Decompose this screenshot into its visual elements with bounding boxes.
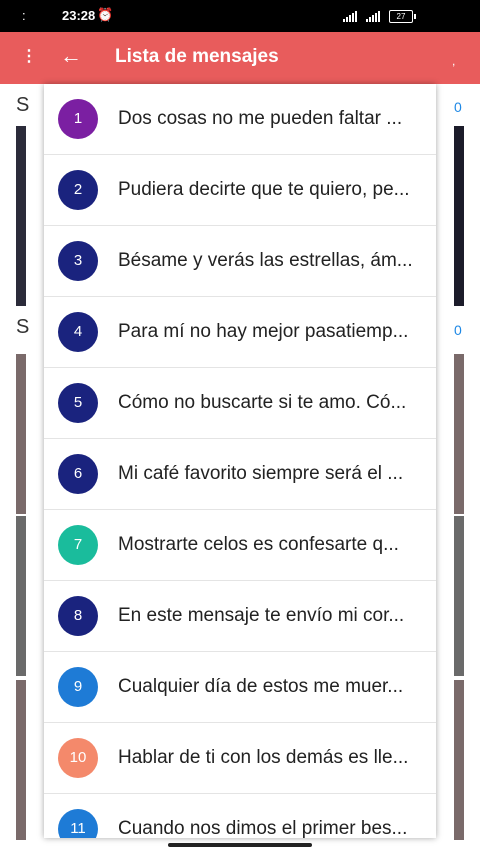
background-image — [454, 354, 464, 514]
message-text: Pudiera decirte que te quiero, pe... — [118, 179, 410, 200]
number-badge: 9 — [58, 667, 98, 707]
list-item[interactable]: 10 Hablar de ti con los demás es lle... — [44, 723, 436, 794]
background-image — [454, 126, 464, 306]
background-image — [16, 354, 26, 514]
message-text: En este mensaje te envío mi cor... — [118, 605, 405, 626]
page-title: Lista de mensajes — [115, 46, 279, 67]
app-bar: ⋮ ← Lista de mensajes , — [0, 32, 480, 84]
back-arrow-icon[interactable]: ← — [60, 43, 82, 69]
list-item[interactable]: 9 Cualquier día de estos me muer... — [44, 652, 436, 723]
background-letter: S — [16, 316, 30, 338]
list-item[interactable]: 4 Para mí no hay mejor pasatiemp... — [44, 297, 436, 368]
background-image — [16, 680, 26, 840]
number-badge: 2 — [58, 170, 98, 210]
list-item[interactable]: 6 Mi café favorito siempre será el ... — [44, 439, 436, 510]
message-text: Para mí no hay mejor pasatiemp... — [118, 321, 409, 342]
message-text: Dos cosas no me pueden faltar ... — [118, 108, 403, 129]
background-image — [16, 516, 26, 676]
background-left-panel: S S — [0, 84, 44, 854]
signal-icon — [366, 10, 380, 22]
number-badge: 1 — [58, 99, 98, 139]
background-image — [454, 680, 464, 840]
message-text: Cualquier día de estos me muer... — [118, 676, 404, 697]
number-badge: 11 — [58, 809, 98, 838]
message-text: Cómo no buscarte si te amo. Có... — [118, 392, 407, 413]
background-letter: S — [16, 94, 30, 116]
message-text: Hablar de ti con los demás es lle... — [118, 747, 409, 768]
status-bar: : 23:28 ⏰ 27 — [0, 0, 480, 32]
number-badge: 10 — [58, 738, 98, 778]
number-badge: 3 — [58, 241, 98, 281]
list-item[interactable]: 1 Dos cosas no me pueden faltar ... — [44, 84, 436, 155]
list-item[interactable]: 5 Cómo no buscarte si te amo. Có... — [44, 368, 436, 439]
status-time: 23:28 — [62, 8, 96, 23]
home-indicator[interactable] — [168, 843, 312, 847]
background-number: 0 — [454, 322, 462, 338]
app-bar-mark: , — [452, 54, 456, 68]
number-badge: 5 — [58, 383, 98, 423]
alarm-icon: ⏰ — [97, 7, 114, 22]
number-badge: 8 — [58, 596, 98, 636]
list-item[interactable]: 7 Mostrarte celos es confesarte q... — [44, 510, 436, 581]
battery-icon: 27 — [389, 10, 416, 23]
number-badge: 4 — [58, 312, 98, 352]
list-item[interactable]: 11 Cuando nos dimos el primer bes... — [44, 794, 436, 838]
signal-icon — [343, 10, 357, 22]
list-item[interactable]: 2 Pudiera decirte que te quiero, pe... — [44, 155, 436, 226]
number-badge: 7 — [58, 525, 98, 565]
background-image — [16, 126, 26, 306]
message-text: Cuando nos dimos el primer bes... — [118, 818, 408, 838]
list-item[interactable]: 3 Bésame y verás las estrellas, ám... — [44, 226, 436, 297]
background-image — [454, 516, 464, 676]
message-list: 1 Dos cosas no me pueden faltar ... 2 Pu… — [44, 84, 436, 838]
overflow-menu-icon[interactable]: ⋮ — [21, 46, 37, 66]
background-right-panel: 0 0 — [436, 84, 480, 854]
number-badge: 6 — [58, 454, 98, 494]
status-dots: : — [22, 8, 26, 23]
background-number: 0 — [454, 99, 462, 115]
message-text: Mostrarte celos es confesarte q... — [118, 534, 399, 555]
list-item[interactable]: 8 En este mensaje te envío mi cor... — [44, 581, 436, 652]
message-text: Bésame y verás las estrellas, ám... — [118, 250, 413, 271]
message-text: Mi café favorito siempre será el ... — [118, 463, 404, 484]
